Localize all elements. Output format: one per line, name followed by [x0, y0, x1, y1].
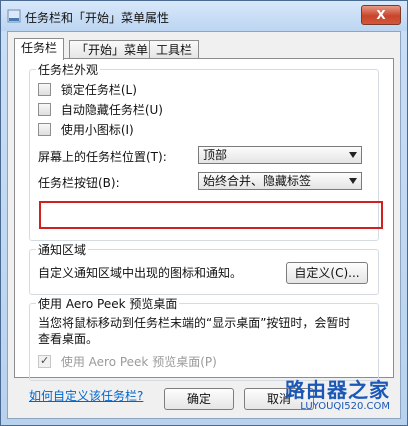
- aero-peek-option: 使用 Aero Peek 预览桌面(P): [38, 353, 217, 370]
- taskbar-appearance-title: 任务栏外观: [36, 61, 101, 78]
- watermark-url: LUYOUQI520.COM: [300, 401, 390, 412]
- taskbar-buttons-dropdown[interactable]: 始终合并、隐藏标签: [198, 172, 362, 190]
- ok-button[interactable]: 确定: [164, 388, 234, 410]
- small-icons-label: 使用小图标(I): [60, 123, 134, 137]
- window-app-icon: [7, 9, 21, 23]
- dropdown-arrow-icon: [349, 152, 357, 158]
- help-link[interactable]: 如何自定义该任务栏?: [29, 387, 143, 404]
- aero-peek-description-1: 当您将鼠标移动到任务栏末端的“显示桌面”按钮时，会暂时: [38, 316, 351, 330]
- close-button[interactable]: X: [361, 5, 401, 25]
- taskbar-properties-window: 任务栏和「开始」菜单属性 X 任务栏 「开始」菜单 工具栏 任务栏外观 锁定任务…: [0, 0, 408, 426]
- tab-start-menu[interactable]: 「开始」菜单: [69, 40, 156, 59]
- taskbar-position-label: 屏幕上的任务栏位置(T):: [38, 150, 167, 164]
- notification-area-title: 通知区域: [36, 241, 89, 258]
- taskbar-position-dropdown[interactable]: 顶部: [198, 146, 362, 164]
- auto-hide-option[interactable]: 自动隐藏任务栏(U): [38, 102, 163, 118]
- lock-taskbar-option[interactable]: 锁定任务栏(L): [38, 82, 137, 98]
- window-title: 任务栏和「开始」菜单属性: [25, 11, 170, 25]
- taskbar-buttons-label: 任务栏按钮(B):: [38, 176, 120, 190]
- aero-peek-description-2: 查看桌面。: [38, 332, 99, 346]
- taskbar-buttons-value: 始终合并、隐藏标签: [203, 174, 312, 188]
- dropdown-arrow-icon: [349, 178, 357, 184]
- aero-peek-title: 使用 Aero Peek 预览桌面: [36, 295, 180, 312]
- notification-area-group: 通知区域 自定义通知区域中出现的图标和通知。 自定义(C)...: [29, 241, 379, 295]
- title-bar: 任务栏和「开始」菜单属性 X: [1, 1, 407, 31]
- lock-taskbar-label: 锁定任务栏(L): [60, 83, 137, 97]
- watermark: 路由器之家 LUYOUQI520.COM: [285, 380, 390, 412]
- tab-taskbar[interactable]: 任务栏: [14, 38, 65, 60]
- small-icons-option[interactable]: 使用小图标(I): [38, 122, 134, 138]
- lock-taskbar-checkbox[interactable]: [38, 83, 51, 96]
- notification-area-description: 自定义通知区域中出现的图标和通知。: [38, 266, 243, 280]
- aero-peek-group: 使用 Aero Peek 预览桌面 当您将鼠标移动到任务栏末端的“显示桌面”按钮…: [29, 295, 379, 381]
- auto-hide-label: 自动隐藏任务栏(U): [60, 103, 163, 117]
- tab-toolbars[interactable]: 工具栏: [149, 40, 200, 59]
- auto-hide-checkbox[interactable]: [38, 103, 51, 116]
- aero-peek-label: 使用 Aero Peek 预览桌面(P): [60, 355, 217, 369]
- small-icons-checkbox[interactable]: [38, 123, 51, 136]
- tab-panel-taskbar: 任务栏外观 锁定任务栏(L) 自动隐藏任务栏(U) 使用小图标(I) 屏幕上的任…: [14, 58, 394, 403]
- highlight-annotation: [39, 201, 383, 229]
- watermark-title: 路由器之家: [285, 378, 390, 402]
- taskbar-position-value: 顶部: [203, 148, 228, 162]
- dialog-client-area: 任务栏 「开始」菜单 工具栏 任务栏外观 锁定任务栏(L) 自动隐藏任务栏(U)…: [7, 31, 401, 419]
- customize-button[interactable]: 自定义(C)...: [286, 262, 368, 284]
- aero-peek-checkbox: [38, 353, 51, 369]
